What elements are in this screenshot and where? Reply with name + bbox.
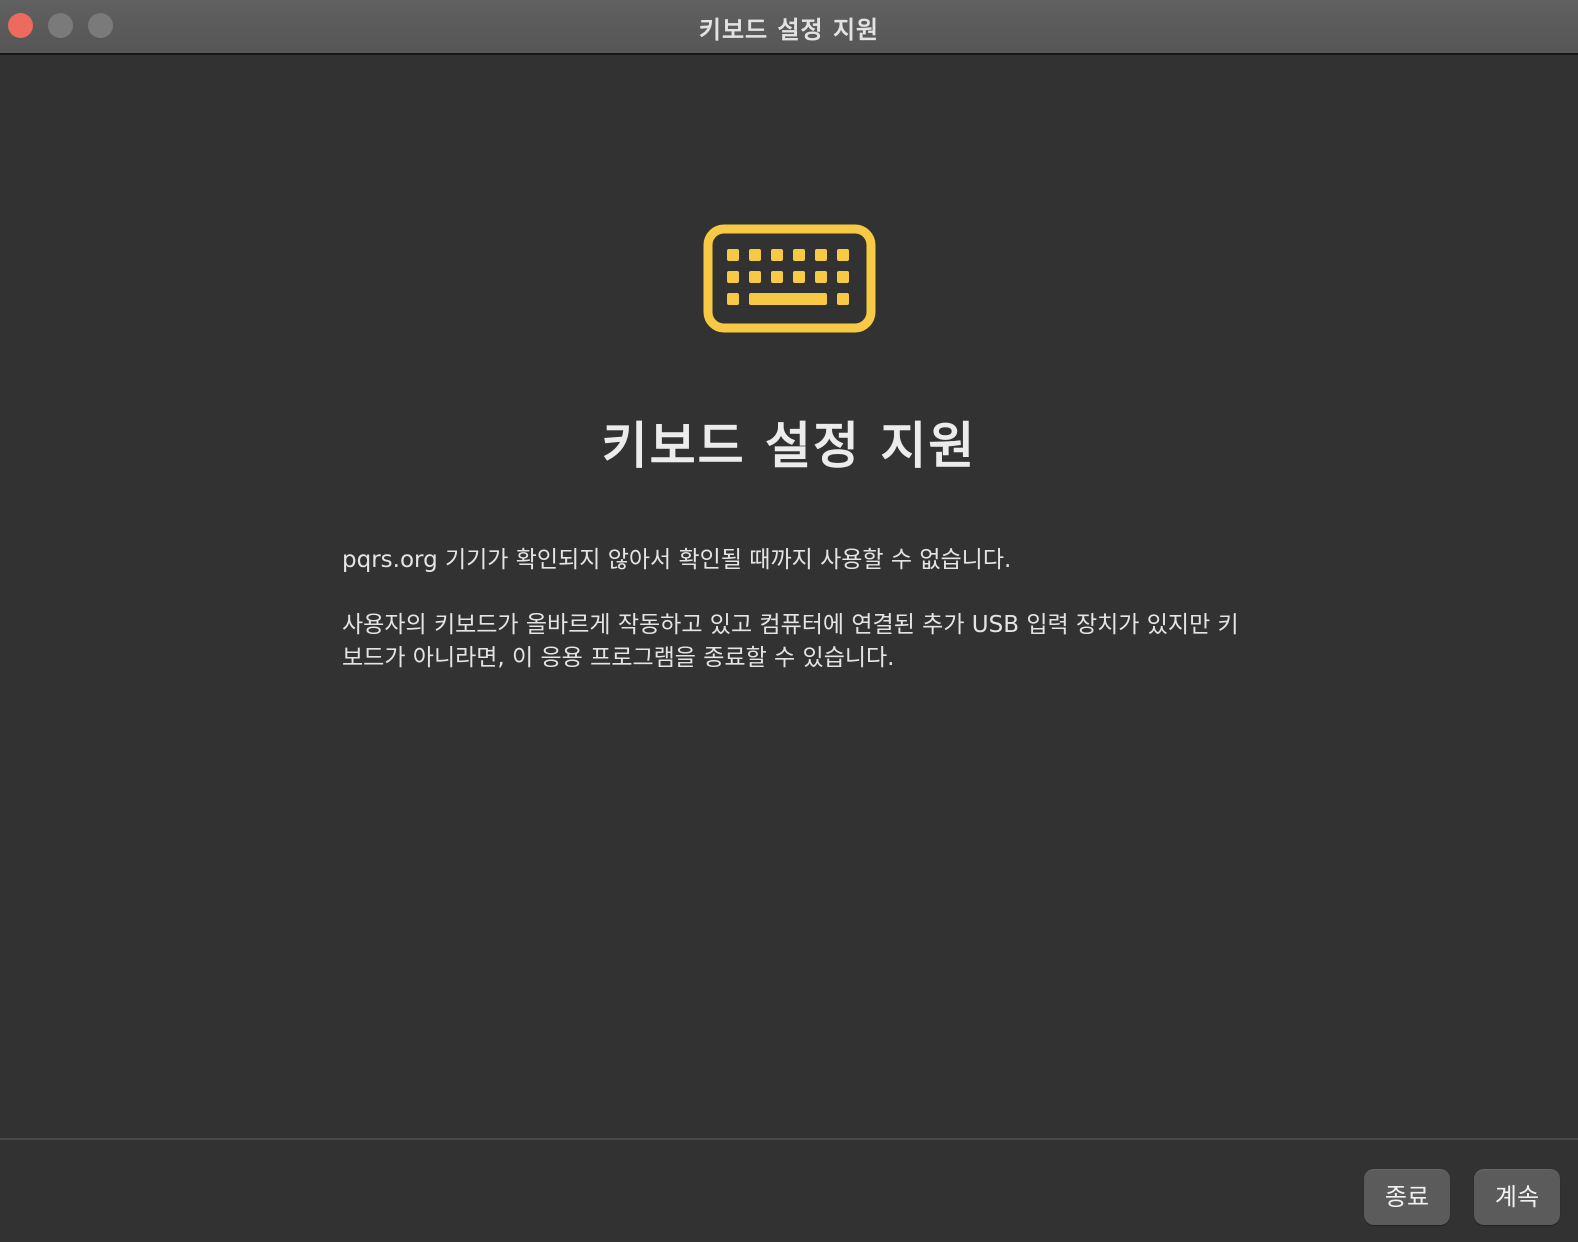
quit-button[interactable]: 종료: [1364, 1169, 1450, 1225]
keyboard-icon: [703, 224, 876, 333]
continue-button[interactable]: 계속: [1474, 1169, 1560, 1225]
quit-explanation-message: 사용자의 키보드가 올바르게 작동하고 있고 컴퓨터에 연결된 추가 USB 입…: [342, 612, 1239, 671]
footer-divider: [0, 1138, 1578, 1140]
window-title: 키보드 설정 지원: [698, 16, 880, 44]
page-heading: 키보드 설정 지원: [601, 417, 977, 475]
unverified-device-message: pqrs.org 기기가 확인되지 않아서 확인될 때까지 사용할 수 없습니다…: [342, 547, 1012, 573]
title-bar: 키보드 설정 지원: [0, 0, 1578, 55]
assistant-window: 키보드 설정 지원 키보드 설정 지원 pqrs.org 기기가 확인되지 않아…: [0, 0, 1578, 1242]
